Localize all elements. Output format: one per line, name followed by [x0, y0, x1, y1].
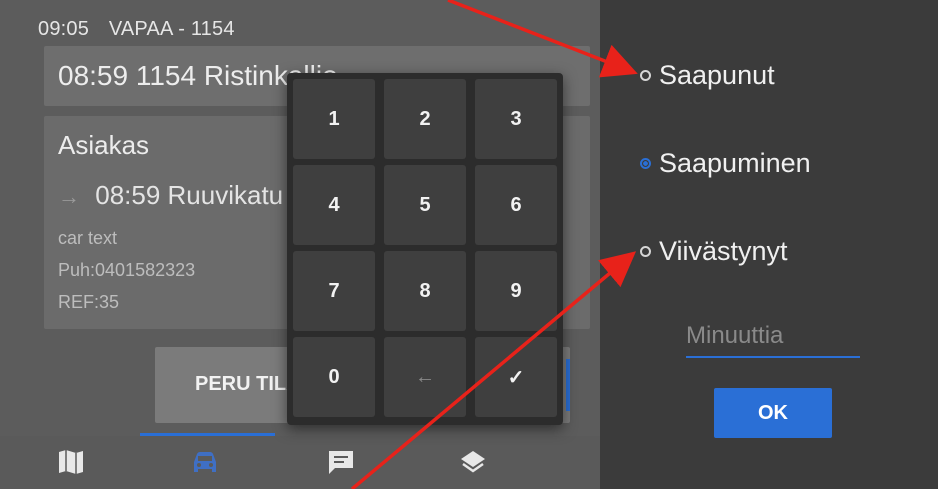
option-saapuminen[interactable]: Saapuminen — [640, 148, 811, 179]
radio-unchecked-icon[interactable] — [640, 70, 651, 81]
radio-checked-icon[interactable] — [640, 158, 651, 169]
key-3[interactable]: 3 — [475, 79, 557, 159]
backspace-key[interactable]: ← — [384, 337, 466, 417]
arrow-right-icon: → — [58, 184, 80, 209]
status-state: VAPAA - 1154 — [108, 18, 235, 40]
bottom-nav — [0, 436, 600, 489]
ok-button[interactable]: OK — [714, 388, 832, 438]
key-9[interactable]: 9 — [475, 251, 557, 331]
option-label: Saapunut — [659, 60, 775, 90]
key-8[interactable]: 8 — [384, 251, 466, 331]
card-destination: → 08:59 Ruuvikatu — [58, 180, 283, 211]
car-icon[interactable] — [190, 448, 220, 476]
key-0[interactable]: 0 — [293, 337, 375, 417]
card-note: car text — [58, 228, 118, 248]
option-label: Saapuminen — [659, 148, 811, 178]
card-title: Asiakas — [58, 130, 150, 160]
minutes-field[interactable] — [686, 316, 860, 358]
status-time: 09:05 — [38, 18, 90, 40]
status-line: 09:05 VAPAA - 1154 — [38, 18, 249, 41]
key-2[interactable]: 2 — [384, 79, 466, 159]
key-6[interactable]: 6 — [475, 165, 557, 245]
button-accent-edge — [566, 359, 570, 411]
card-phone: Puh:0401582323 — [58, 260, 196, 280]
option-label: Viivästynyt — [659, 236, 788, 266]
layers-icon[interactable] — [458, 448, 488, 476]
option-viivastynyt[interactable]: Viivästynyt — [640, 236, 788, 267]
key-4[interactable]: 4 — [293, 165, 375, 245]
message-icon[interactable] — [326, 448, 356, 476]
numeric-keypad: 1 2 3 4 5 6 7 8 9 0 ← ✓ — [287, 73, 563, 425]
map-icon[interactable] — [56, 448, 86, 476]
radio-unchecked-icon[interactable] — [640, 246, 651, 257]
card-ref: REF:35 — [58, 292, 120, 312]
card-destination-text: 08:59 Ruuvikatu — [95, 180, 284, 210]
confirm-key[interactable]: ✓ — [475, 337, 557, 417]
key-5[interactable]: 5 — [384, 165, 466, 245]
option-saapunut[interactable]: Saapunut — [640, 60, 775, 91]
key-1[interactable]: 1 — [293, 79, 375, 159]
key-7[interactable]: 7 — [293, 251, 375, 331]
